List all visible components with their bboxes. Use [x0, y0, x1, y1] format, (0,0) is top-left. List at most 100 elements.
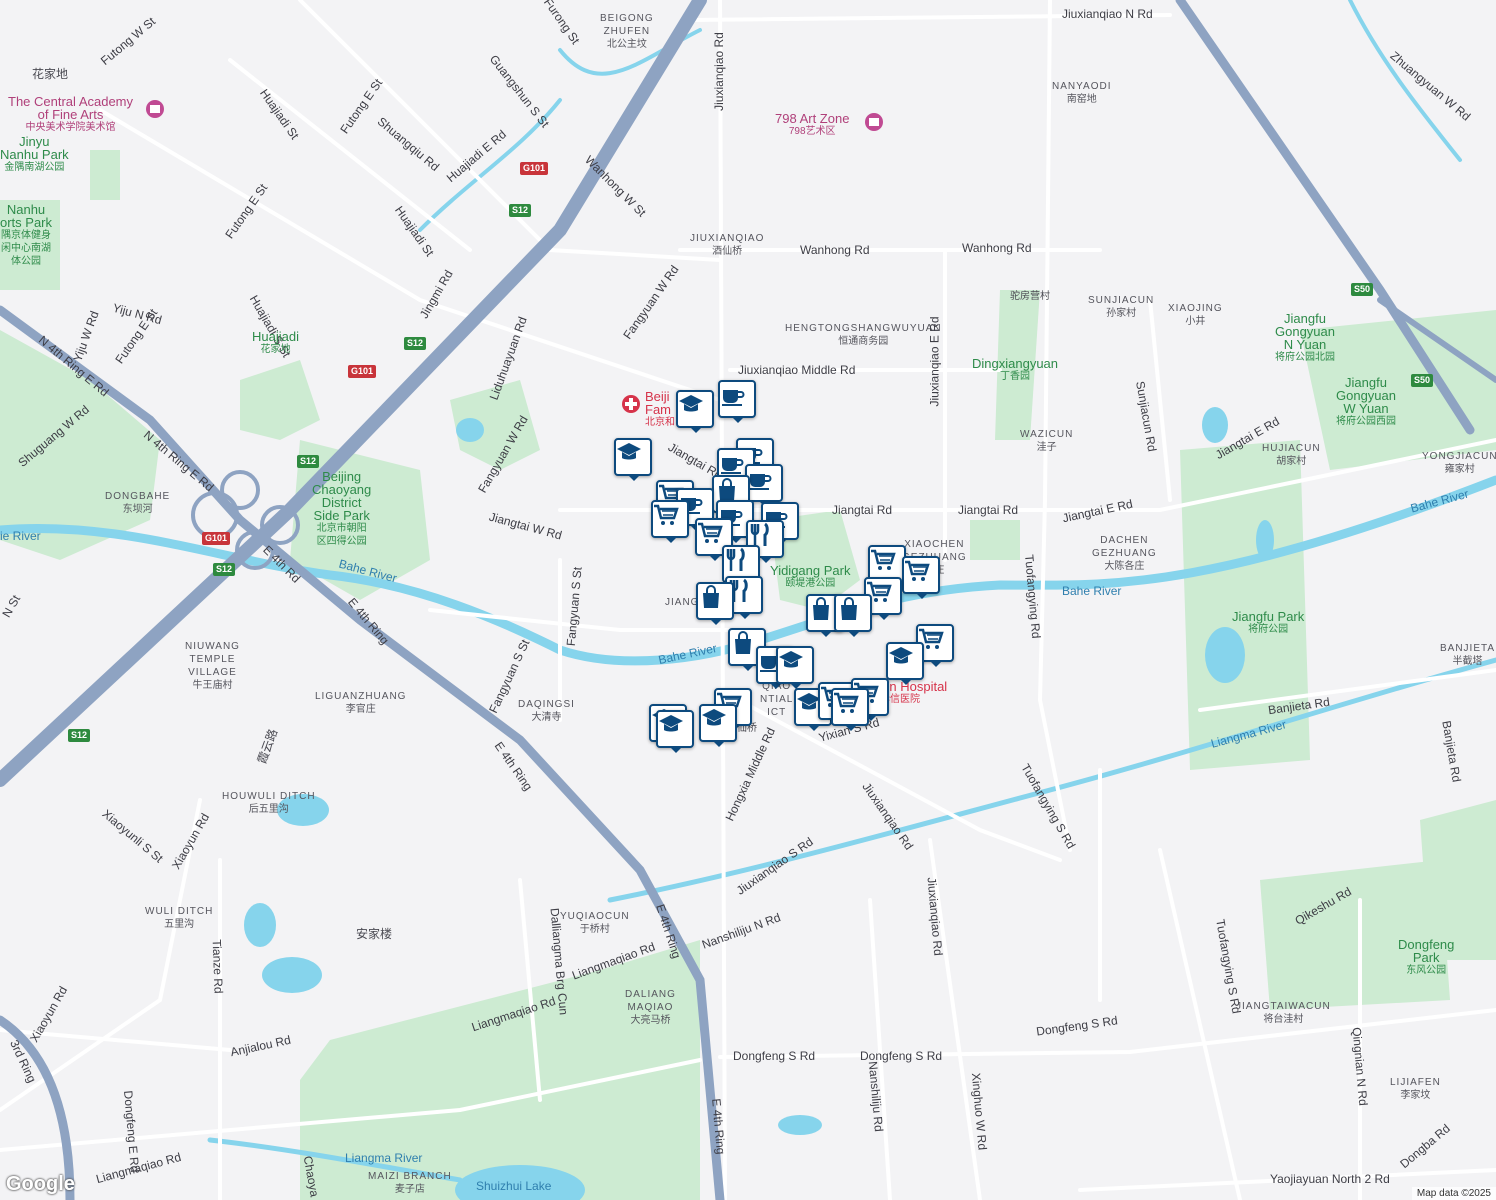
map-pin-school[interactable] — [699, 704, 737, 747]
map-pin-school[interactable] — [614, 438, 652, 481]
grocery-cart-icon — [871, 549, 896, 570]
coffee-icon — [721, 458, 744, 474]
shopping-bag-icon — [703, 585, 719, 608]
map-pin-school[interactable] — [776, 646, 814, 689]
road-label: Wanhong Rd — [800, 243, 870, 257]
road-label: Jiuxianqiao Middle Rd — [738, 363, 856, 377]
park-label: Beijing Chaoyang District Side Park 北京市朝阳… — [312, 469, 372, 547]
area-label: 驼房营村 — [1010, 291, 1050, 302]
hospital-label[interactable]: xin Hospital 华信医院 — [880, 680, 947, 706]
map-attribution[interactable]: Map data ©2025 — [1411, 1187, 1496, 1200]
map-pin-coffee[interactable] — [718, 380, 756, 423]
area-label: DALIANG MAQIAO 大亮马桥 — [625, 989, 676, 1026]
pond — [1202, 407, 1228, 443]
area-label: LIJIAFEN 李家坟 — [1390, 1077, 1441, 1101]
road — [1037, 0, 1072, 852]
map-pin-school[interactable] — [886, 642, 924, 685]
grocery-cart-icon — [905, 560, 930, 581]
restaurant-icon — [726, 547, 745, 571]
park-label: Dongfeng Park 东风公园 — [1398, 937, 1455, 976]
river-label: Liangma River — [345, 1151, 423, 1165]
park-label: Jiangfu Gongyuan N Yuan 将府公园北园 — [1275, 311, 1335, 363]
school-icon — [679, 395, 703, 412]
park-area — [1420, 800, 1496, 960]
pond — [778, 1115, 822, 1135]
area-label: LIGUANZHUANG 李官庄 — [315, 691, 407, 715]
road-label: Jiuxianqiao N Rd — [1062, 7, 1153, 21]
area-label: WULI DITCH 五里沟 — [145, 906, 214, 930]
pond — [456, 418, 484, 442]
shopping-bag-icon — [735, 631, 751, 654]
area-label: 安家楼 — [356, 927, 393, 941]
road — [1158, 848, 1242, 1200]
park-label: Jinyu Nanhu Park 金隅南湖公园 — [0, 134, 69, 173]
park-area — [970, 520, 1020, 560]
road-label: Jiuxianqiao E Rd — [927, 316, 942, 407]
road-label: Tianze Rd — [209, 939, 226, 994]
area-label: MAIZI BRANCH 麦子店 — [368, 1171, 452, 1195]
school-icon — [702, 709, 726, 726]
map-pin-shopping-bag[interactable] — [834, 594, 872, 637]
poi-label[interactable]: 798 Art Zone 798艺术区 — [775, 112, 849, 138]
map-pin-shopping-bag[interactable] — [696, 582, 734, 625]
museum-icon[interactable] — [145, 99, 165, 119]
g101-shield: G101 — [348, 365, 377, 378]
shopping-bag-icon — [813, 597, 829, 620]
park-area — [1260, 860, 1450, 1010]
area-label: DONGBAHE 东坝河 — [105, 491, 171, 515]
hospital-icon[interactable] — [621, 394, 641, 414]
g101-shield: G101 — [202, 532, 231, 545]
interchange-loop — [220, 470, 260, 510]
area-label: 花家地 — [32, 67, 69, 81]
hospital-label[interactable]: Beiji Fam 北京和 — [645, 390, 675, 429]
map-pin-grocery-cart[interactable] — [831, 688, 869, 731]
map-pin-coffee[interactable] — [745, 464, 783, 507]
s50-shield: S50 — [1351, 283, 1374, 296]
map-pin-school[interactable] — [656, 710, 694, 753]
area-label: JIANGTAIWACUN 将台洼村 — [1236, 1001, 1331, 1025]
pond — [1256, 520, 1274, 560]
school-icon — [889, 647, 913, 664]
s50-shield: S50 — [1411, 374, 1434, 387]
s12-shield: S12 — [509, 204, 532, 217]
road-label: Jiangtai Rd — [958, 503, 1019, 517]
park-label: Dingxiangyuan 丁香园 — [972, 356, 1059, 382]
park-label: Nanhu orts Park 隅京体健身 闲中心南湖 体公园 — [0, 202, 53, 267]
grocery-cart-icon — [654, 504, 679, 525]
grocery-cart-icon — [698, 522, 723, 543]
google-logo: Google — [6, 1173, 75, 1195]
poi-label[interactable]: The Central Academy of Fine Arts 中央美术学院美术… — [8, 95, 133, 134]
map-pin-grocery-cart[interactable] — [902, 556, 940, 599]
area-label: XIAOJING 小井 — [1168, 303, 1223, 327]
area-label: BANJIETA 半截塔 — [1440, 643, 1496, 667]
area-label: YONGJIACUN 雍家村 — [1422, 451, 1496, 475]
area-label: BEIGONG ZHUFEN 北公主坟 — [600, 13, 654, 50]
area-label: JIANG — [665, 597, 700, 608]
river-label: ie River — [0, 529, 41, 543]
map-canvas[interactable]: Jiuxianqiao N Rd BEIGONG ZHUFEN 北公主坟 Furo… — [0, 0, 1496, 1200]
map-pin-grocery-cart[interactable] — [651, 500, 689, 543]
road-label: Wanhong Rd — [962, 241, 1032, 255]
area-label: HUJIACUN 胡家村 — [1262, 443, 1321, 467]
s12-shield: S12 — [297, 455, 320, 468]
pond — [262, 957, 322, 993]
school-icon — [659, 715, 683, 732]
area-label: HOUWULI DITCH 后五里沟 — [222, 791, 316, 815]
river-label: Bahe River — [1062, 584, 1122, 598]
road — [298, 0, 722, 262]
road-label: Jiangtai Rd — [832, 503, 893, 517]
map-pin-school[interactable] — [676, 390, 714, 433]
school-icon — [617, 443, 641, 460]
area-label: DACHEN GEZHUANG 大陈各庄 — [1092, 535, 1157, 572]
park-area — [240, 360, 320, 440]
park-label: Jiangfu Gongyuan W Yuan 将府公园西园 — [1336, 375, 1396, 427]
area-label: WAZICUN 洼子 — [1020, 429, 1074, 453]
museum-icon[interactable] — [864, 112, 884, 132]
shopping-bag-icon — [841, 597, 857, 620]
park-area — [90, 150, 120, 200]
area-label: YUQIAOCUN 于桥村 — [560, 911, 630, 935]
lake-label: Shuizhui Lake — [476, 1179, 552, 1193]
road-label: Jiuxianqiao Rd — [711, 32, 726, 111]
area-label: JIUXIANQIAO 酒仙桥 — [690, 233, 765, 257]
area-label: NIUWANG TEMPLE VILLAGE 牛王庙村 — [185, 641, 240, 691]
